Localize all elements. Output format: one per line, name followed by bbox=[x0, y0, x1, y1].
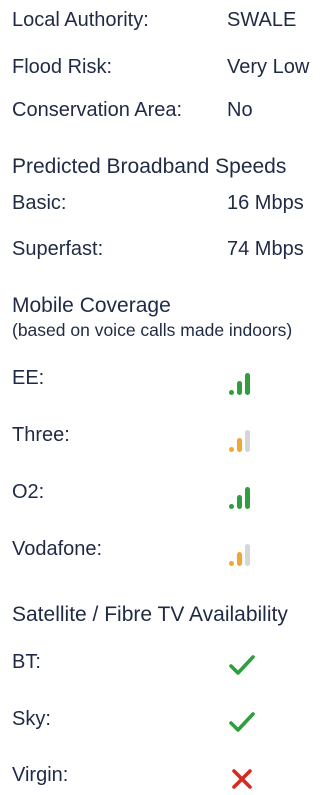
signal-bar bbox=[237, 381, 242, 395]
carrier-ee-label: EE: bbox=[12, 367, 45, 389]
broadband-heading: Predicted Broadband Speeds bbox=[12, 155, 287, 178]
signal-medium-icon bbox=[229, 428, 255, 452]
signal-bar bbox=[245, 487, 250, 509]
provider-virgin-label: Virgin: bbox=[12, 764, 69, 786]
flood-risk-value: Very Low bbox=[227, 56, 310, 78]
carrier-o2-label: O2: bbox=[12, 481, 45, 503]
conservation-area-value: No bbox=[227, 99, 253, 121]
local-authority-value: SWALE bbox=[227, 9, 297, 31]
check-icon bbox=[229, 654, 255, 681]
signal-bar bbox=[237, 552, 242, 566]
signal-bar bbox=[237, 438, 242, 452]
carrier-vodafone-label: Vodafone: bbox=[12, 538, 103, 560]
tv-availability-heading: Satellite / Fibre TV Availability bbox=[12, 603, 288, 626]
signal-bar bbox=[229, 447, 234, 452]
signal-bar bbox=[229, 504, 234, 509]
conservation-area-label: Conservation Area: bbox=[12, 99, 183, 121]
signal-bar bbox=[229, 390, 234, 395]
local-authority-label: Local Authority: bbox=[12, 9, 149, 31]
carrier-three-label: Three: bbox=[12, 424, 70, 446]
basic-speed-label: Basic: bbox=[12, 192, 67, 214]
signal-bar bbox=[229, 561, 234, 566]
provider-sky-label: Sky: bbox=[12, 708, 51, 730]
flood-risk-label: Flood Risk: bbox=[12, 56, 113, 78]
provider-bt-label: BT: bbox=[12, 651, 41, 673]
superfast-speed-label: Superfast: bbox=[12, 238, 104, 260]
signal-strong-icon bbox=[229, 485, 255, 509]
basic-speed-value: 16 Mbps bbox=[227, 192, 304, 214]
signal-strong-icon bbox=[229, 371, 255, 395]
mobile-coverage-subheading: (based on voice calls made indoors) bbox=[12, 320, 293, 340]
mobile-coverage-heading: Mobile Coverage bbox=[12, 294, 171, 317]
signal-bar bbox=[237, 495, 242, 509]
check-icon bbox=[229, 711, 255, 738]
signal-bar bbox=[245, 430, 250, 452]
signal-medium-icon bbox=[229, 542, 255, 566]
signal-bar bbox=[245, 373, 250, 395]
superfast-speed-value: 74 Mbps bbox=[227, 238, 304, 260]
signal-bar bbox=[245, 544, 250, 566]
